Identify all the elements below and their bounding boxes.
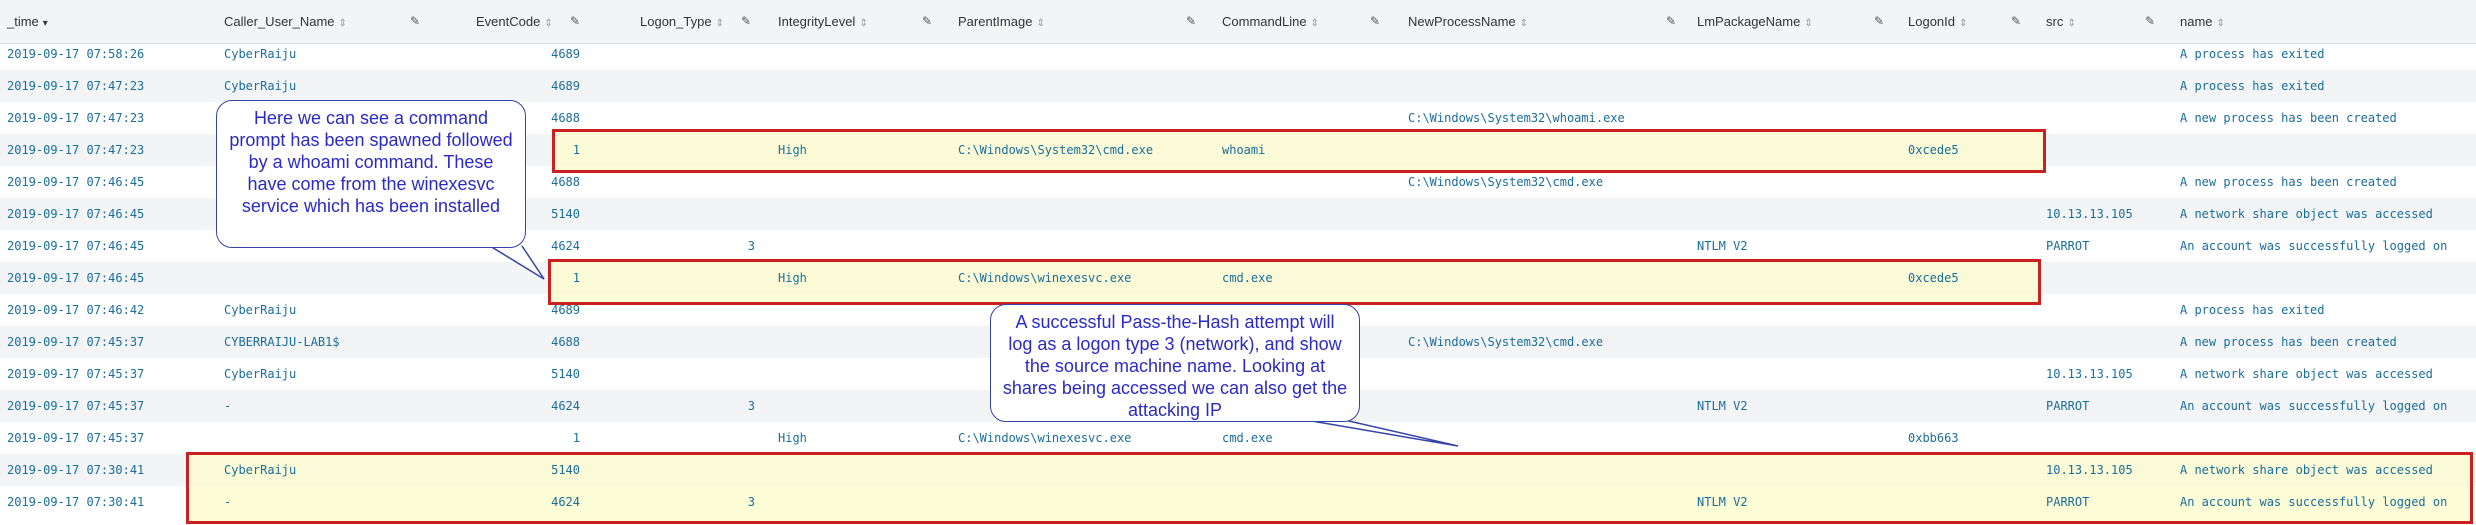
callout-pointers: [489, 245, 1459, 447]
callout1-pointer: [489, 245, 545, 280]
callout2-pointer: [1299, 418, 1459, 447]
callout-pass-the-hash: A successful Pass-the-Hash attempt will …: [990, 304, 1360, 422]
callout-cmd-whoami: Here we can see a command prompt has bee…: [216, 100, 526, 248]
